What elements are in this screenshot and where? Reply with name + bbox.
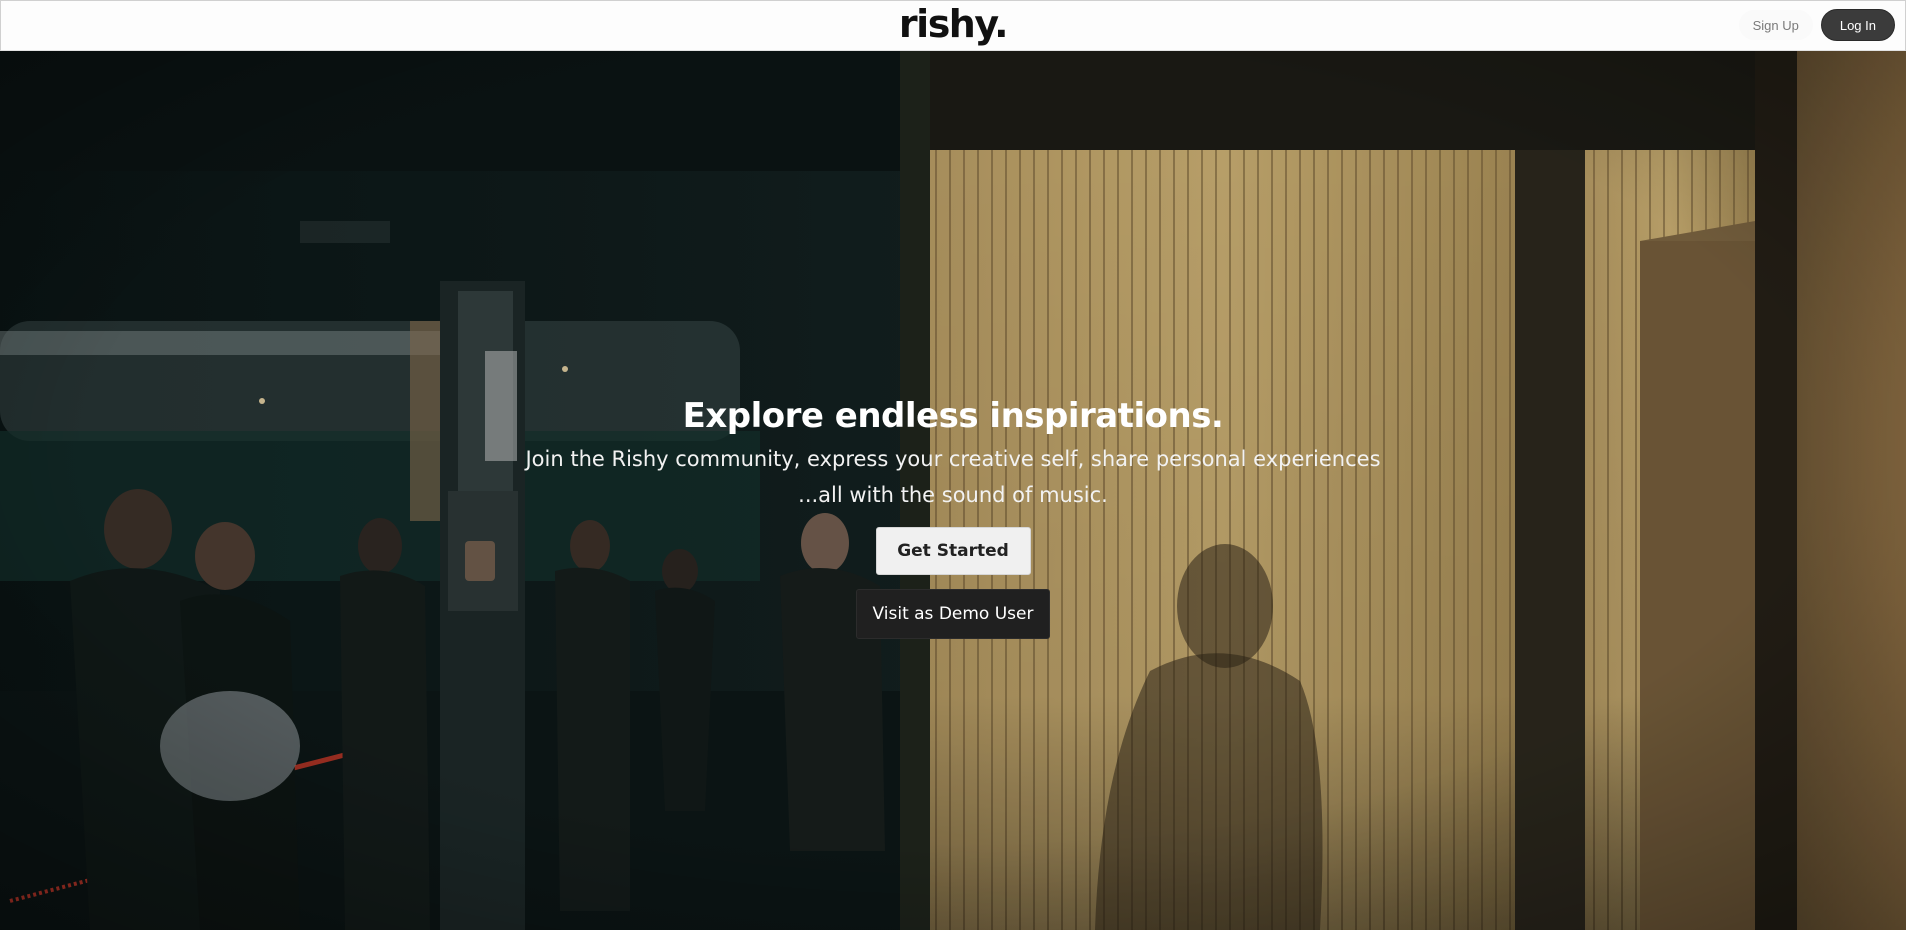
hero-section: Explore endless inspirations. Join the R…: [0, 51, 1906, 930]
hero-subtitle: Join the Rishy community, express your c…: [503, 441, 1403, 513]
logo[interactable]: rishy.: [899, 2, 1009, 46]
sign-up-button[interactable]: Sign Up: [1738, 10, 1813, 40]
hero-title: Explore endless inspirations.: [682, 396, 1224, 436]
hero-subtitle-line-1: Join the Rishy community, express your c…: [525, 447, 1381, 471]
nav-actions: Sign Up Log In: [1738, 9, 1895, 41]
top-navbar: rishy. Sign Up Log In: [0, 0, 1906, 51]
get-started-button[interactable]: Get Started: [875, 527, 1031, 575]
hero-content: Explore endless inspirations. Join the R…: [0, 396, 1906, 639]
visit-as-demo-user-button[interactable]: Visit as Demo User: [856, 589, 1050, 639]
log-in-button[interactable]: Log In: [1820, 9, 1895, 41]
hero-subtitle-line-2: ...all with the sound of music.: [798, 483, 1108, 507]
